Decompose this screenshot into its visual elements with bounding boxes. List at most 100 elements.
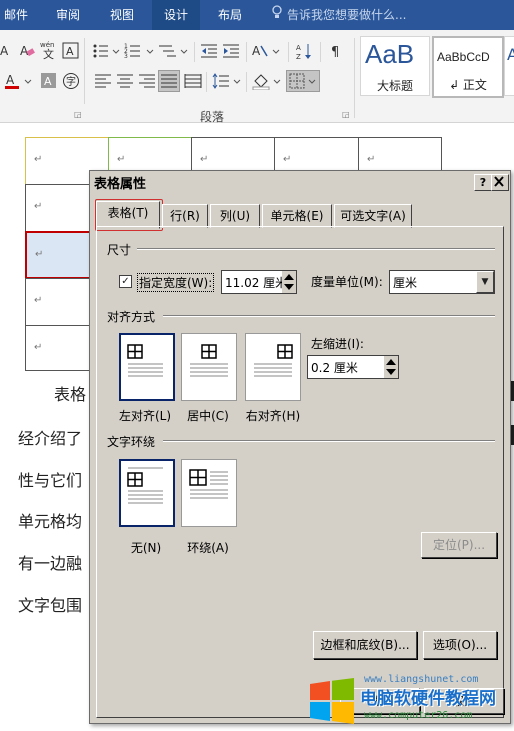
phonetic-guide-icon[interactable]: wén 文 (40, 40, 58, 61)
borders-and-shading-button[interactable]: 边框和底纹(B)... (313, 631, 417, 659)
svg-text:A: A (6, 73, 15, 87)
separator (354, 38, 355, 118)
line-spacing-icon[interactable] (212, 72, 242, 90)
bullets-icon[interactable] (92, 42, 122, 60)
table-align-left-icon (127, 344, 163, 377)
width-spinner[interactable] (282, 271, 296, 293)
align-left-option[interactable] (119, 333, 175, 401)
asian-layout-icon[interactable]: A (252, 42, 282, 60)
separator (246, 42, 247, 62)
table-cell[interactable]: ↵ (25, 325, 91, 371)
tab-alt-text[interactable]: 可选文字(A) (334, 204, 412, 228)
close-icon (494, 176, 504, 187)
table-cell-selected[interactable]: ↵ (25, 231, 91, 279)
svg-text:字: 字 (66, 75, 76, 88)
distributed-icon[interactable] (184, 72, 202, 90)
help-button[interactable]: ? (474, 174, 492, 191)
enclose-characters-icon[interactable]: 字 (62, 72, 80, 90)
svg-text:Z: Z (296, 53, 301, 60)
paragraph-mark: ↵ (34, 342, 43, 353)
dialog-title: 表格属性 (94, 177, 147, 192)
align-center-option[interactable] (181, 333, 237, 401)
paragraph-dialog-launcher-icon[interactable]: ◲ (342, 110, 350, 119)
measure-in-label: 度量单位(M): (311, 275, 383, 289)
watermark-site-name: 电脑软硬件教程网 (360, 689, 496, 709)
paragraph-mark: ↵ (283, 154, 292, 165)
justify-icon[interactable] (158, 70, 180, 92)
separator (288, 42, 289, 62)
character-shading-icon[interactable]: A (40, 72, 58, 90)
close-button[interactable] (491, 174, 509, 191)
style-next-preview: A (507, 45, 514, 64)
style-heading-label: 大标题 (376, 79, 413, 93)
separator (206, 72, 207, 92)
separator (194, 42, 195, 62)
tab-layout[interactable]: 布局 (208, 0, 252, 30)
wrap-around-icon (189, 469, 228, 499)
wrap-none-option[interactable] (119, 459, 175, 527)
chevron-down-icon[interactable]: ▼ (476, 271, 494, 293)
svg-text:A: A (296, 44, 301, 52)
tell-me-text: 告诉我您想要做什么... (287, 8, 407, 22)
dialog-titlebar[interactable]: 表格属性 ? (90, 171, 510, 193)
indent-from-left-input[interactable]: 0.2 厘米 (307, 355, 399, 379)
paragraph-line: 文字包围 (18, 596, 83, 615)
tab-mailings[interactable]: 邮件 (0, 0, 32, 30)
style-next-partial[interactable]: A (504, 36, 514, 96)
preferred-width-input[interactable]: 11.02 厘米 (221, 270, 297, 294)
tab-column[interactable]: 列(U) (210, 204, 260, 228)
decrease-indent-icon[interactable] (200, 42, 218, 60)
separator (320, 42, 321, 62)
align-center-icon[interactable] (116, 72, 134, 90)
table-cell[interactable]: ↵ (25, 278, 91, 326)
positioning-button[interactable]: 定位(P)... (421, 532, 497, 558)
sort-icon[interactable]: AZ (296, 42, 314, 61)
align-left-icon[interactable] (94, 72, 112, 90)
options-button[interactable]: 选项(O)... (423, 631, 497, 659)
font-color-icon[interactable]: A (4, 72, 34, 90)
svg-text:3: 3 (124, 53, 128, 60)
shading-icon[interactable] (252, 72, 282, 91)
paragraph-mark: ↵ (34, 295, 43, 306)
tab-review[interactable]: 审阅 (50, 0, 86, 30)
spinner-arrows-icon (386, 359, 396, 375)
borders-icon[interactable] (286, 70, 320, 92)
section-divider (137, 248, 495, 250)
tab-row[interactable]: 行(R) (162, 204, 208, 228)
table-tab-panel: 尺寸 ✓ 指定宽度(W): 11.02 厘米 度量单位(M): 厘米 ▼ 对齐方… (96, 226, 504, 718)
tell-me-box[interactable]: 告诉我您想要做什么... (272, 0, 406, 30)
style-normal-label: ↲ 正文 (449, 78, 487, 92)
font-dialog-launcher-icon[interactable]: ◲ (74, 110, 82, 119)
style-heading[interactable]: AaB 大标题 (360, 36, 430, 96)
wrap-around-label: 环绕(A) (187, 541, 229, 555)
paragraph-line: 性与它们 (18, 471, 83, 490)
multilevel-list-icon[interactable] (158, 42, 190, 60)
lightbulb-icon (272, 0, 282, 30)
tab-view[interactable]: 视图 (104, 0, 140, 30)
clear-formatting-icon[interactable]: A (18, 42, 36, 60)
increase-indent-icon[interactable] (222, 42, 240, 60)
wrap-around-option[interactable] (181, 459, 237, 527)
svg-text:A: A (252, 44, 261, 58)
character-border-icon[interactable]: A (62, 42, 80, 60)
separator (246, 72, 247, 92)
table-align-center-icon (190, 344, 228, 377)
svg-text:A: A (0, 44, 9, 58)
tab-design[interactable]: 设计 (152, 0, 200, 30)
align-right-option[interactable] (245, 333, 301, 401)
show-marks-icon[interactable]: ¶ (328, 42, 346, 60)
align-right-icon[interactable] (138, 72, 156, 90)
preferred-width-checkbox[interactable]: ✓ (119, 275, 132, 288)
table-cell[interactable]: ↵ (25, 184, 91, 232)
font-size-fragment-icon[interactable]: A (0, 42, 18, 60)
wrap-none-icon (127, 467, 163, 504)
indent-spinner[interactable] (384, 356, 398, 378)
section-divider (163, 315, 495, 317)
tab-cell[interactable]: 单元格(E) (262, 204, 332, 228)
style-normal[interactable]: AaBbCcD ↲ 正文 (432, 36, 504, 98)
measure-in-select[interactable]: 厘米 ▼ (389, 270, 495, 294)
numbering-icon[interactable]: 123 (124, 42, 156, 60)
size-heading: 尺寸 (107, 243, 132, 257)
align-center-label: 居中(C) (187, 409, 229, 423)
svg-text:A: A (44, 75, 52, 88)
